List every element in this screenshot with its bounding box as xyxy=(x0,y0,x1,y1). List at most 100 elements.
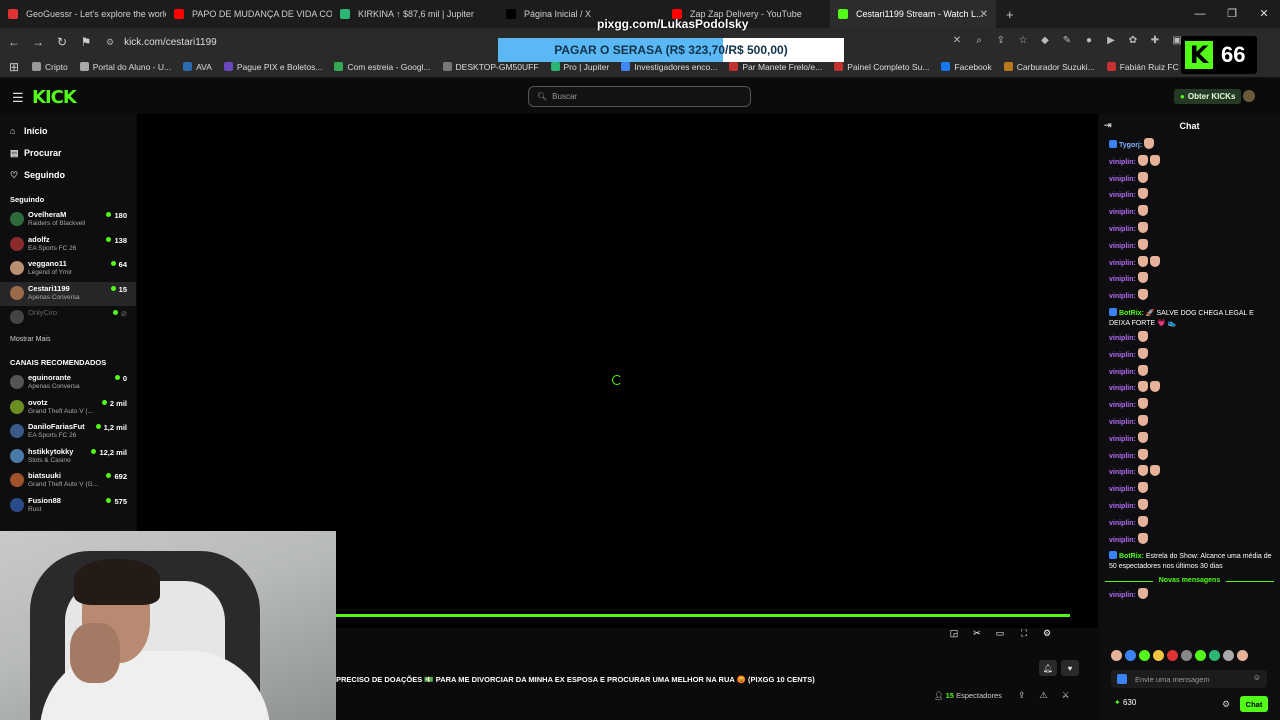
star-icon[interactable]: ☆ xyxy=(1016,34,1030,48)
bookmark-item[interactable]: DESKTOP-GM50UFF xyxy=(442,62,539,72)
report-icon[interactable]: ⚠ xyxy=(1040,690,1048,701)
emote-icon[interactable] xyxy=(1237,650,1248,661)
channel-item[interactable]: veggano11 Legend of Ymir 64 xyxy=(0,257,136,282)
emote-icon[interactable] xyxy=(1139,650,1150,661)
menu-icon[interactable]: ☰ xyxy=(12,90,24,106)
extension-icon[interactable]: ✿ xyxy=(1126,34,1140,48)
bookmark-item[interactable]: Par Manete Frelo/e... xyxy=(729,62,822,72)
user-avatar[interactable] xyxy=(1243,90,1255,102)
chat-username[interactable]: viniplin: xyxy=(1109,385,1136,392)
chat-username[interactable]: viniplin: xyxy=(1109,469,1136,476)
new-messages-divider[interactable]: Novas mensagens xyxy=(1099,574,1280,588)
chat-username[interactable]: viniplin: xyxy=(1109,159,1136,166)
channel-item[interactable]: adolfz EA Sports FC 26 138 xyxy=(0,233,136,258)
chat-username[interactable]: BotRix: xyxy=(1119,310,1144,317)
theater-mode-icon[interactable]: ▭ xyxy=(994,628,1006,639)
url-field[interactable]: ⚙ kick.com/cestari1199 xyxy=(106,37,217,48)
channel-item[interactable]: ovotz Grand Theft Auto V (... 2 mil xyxy=(0,396,136,421)
chat-username[interactable]: viniplin: xyxy=(1109,335,1136,342)
reload-icon[interactable]: ↻ xyxy=(52,35,72,49)
collapse-chat-icon[interactable]: ⇥ xyxy=(1104,120,1112,131)
notification-bell-icon[interactable]: 🔔︎ xyxy=(1039,660,1057,676)
chat-username[interactable]: viniplin: xyxy=(1109,453,1136,460)
bookmark-item[interactable]: Facebook xyxy=(941,62,992,72)
clip-icon[interactable]: ✂ xyxy=(971,628,983,639)
new-tab-icon[interactable]: + xyxy=(1006,7,1014,22)
channel-item[interactable]: OvelheraM Raiders of Blackveil 180 xyxy=(0,208,136,233)
channel-item[interactable]: hstikkytokky Slots & Casino 12,2 mil xyxy=(0,445,136,470)
apps-grid-icon[interactable]: ⊞ xyxy=(4,60,24,74)
player-progress-bar[interactable] xyxy=(336,614,1070,617)
bookmark-item[interactable]: Carburador Suzuki... xyxy=(1003,62,1095,72)
extension-icon[interactable]: ◆ xyxy=(1038,34,1052,48)
channel-item[interactable]: eguinorante Apenas Conversa 0 xyxy=(0,371,136,396)
pip-icon[interactable]: ◲ xyxy=(948,628,960,639)
player-settings-icon[interactable]: ⚙ xyxy=(1041,628,1053,639)
chat-username[interactable]: viniplin: xyxy=(1109,436,1136,443)
fullscreen-icon[interactable]: ⛶ xyxy=(1018,628,1030,639)
channel-item[interactable]: OnlyCiro ⊘ xyxy=(0,306,136,331)
channel-item[interactable]: Cestari1199 Apenas Conversa 15 xyxy=(0,281,136,307)
channel-item[interactable]: Fusion88 Rust 575 xyxy=(0,494,136,519)
extension-icon[interactable]: ✎ xyxy=(1060,34,1074,48)
mute-icon[interactable]: ✕ xyxy=(950,34,964,48)
chat-username[interactable]: viniplin: xyxy=(1109,192,1136,199)
kick-logo[interactable]: KICK xyxy=(32,87,77,108)
emote-icon[interactable] xyxy=(1181,650,1192,661)
forward-icon[interactable]: → xyxy=(28,35,48,49)
channel-points[interactable]: ✦ 630 xyxy=(1114,698,1136,707)
restore-icon[interactable]: ❐ xyxy=(1216,0,1248,28)
chat-username[interactable]: BotRix: xyxy=(1119,553,1144,560)
emote-icon[interactable] xyxy=(1223,650,1234,661)
chat-username[interactable]: viniplin: xyxy=(1109,276,1136,283)
mod-icon[interactable]: ⚔ xyxy=(1062,690,1070,701)
chat-username[interactable]: viniplin: xyxy=(1109,537,1136,544)
follow-heart-icon[interactable]: ♥ xyxy=(1061,660,1079,676)
bookmark-item[interactable]: Cripto xyxy=(32,62,68,72)
chat-username[interactable]: viniplin: xyxy=(1109,520,1136,527)
zoom-icon[interactable]: ⌕ xyxy=(972,34,986,48)
emoji-picker-icon[interactable]: ☺ xyxy=(1253,673,1261,682)
chat-username[interactable]: viniplin: xyxy=(1109,369,1136,376)
chat-username[interactable]: viniplin: xyxy=(1109,352,1136,359)
emote-icon[interactable] xyxy=(1195,650,1206,661)
extension-icon[interactable]: ● xyxy=(1082,34,1096,48)
chat-username[interactable]: viniplin: xyxy=(1109,226,1136,233)
chat-settings-icon[interactable]: ⚙ xyxy=(1222,699,1230,710)
chat-username[interactable]: viniplin: xyxy=(1109,503,1136,510)
chat-username[interactable]: Tygorj: xyxy=(1119,142,1142,149)
site-info-icon[interactable]: ⚙ xyxy=(106,37,114,48)
chat-input[interactable]: Envie uma mensagem ☺ xyxy=(1111,670,1267,688)
chat-username[interactable]: viniplin: xyxy=(1109,176,1136,183)
chat-username[interactable]: viniplin: xyxy=(1109,486,1136,493)
browser-tab[interactable]: Cestari1199 Stream - Watch L... ✕ xyxy=(830,0,996,28)
sidebar-item-seguindo[interactable]: ♡ Seguindo xyxy=(0,164,136,186)
puzzle-icon[interactable]: ✚ xyxy=(1148,34,1162,48)
chat-username[interactable]: viniplin: xyxy=(1109,402,1136,409)
send-chat-button[interactable]: Chat xyxy=(1240,696,1268,712)
search-input[interactable]: 🔍︎ Buscar xyxy=(528,86,751,107)
emote-icon[interactable] xyxy=(1167,650,1178,661)
browser-tab[interactable]: PAPO DE MUDANÇA DE VIDA COM ... xyxy=(166,0,332,28)
browser-tab[interactable]: GeoGuessr - Let's explore the world! xyxy=(0,0,166,28)
chat-username[interactable]: viniplin: xyxy=(1109,209,1136,216)
minimize-icon[interactable]: — xyxy=(1184,0,1216,28)
sidebar-item-procurar[interactable]: ▤ Procurar xyxy=(0,142,136,164)
sidebar-item-incio[interactable]: ⌂ Início xyxy=(0,120,136,142)
chat-username[interactable]: viniplin: xyxy=(1109,243,1136,250)
bookmark-icon[interactable]: ⚑ xyxy=(76,35,96,49)
back-icon[interactable]: ← xyxy=(4,35,24,49)
chat-username[interactable]: viniplin: xyxy=(1109,419,1136,426)
browser-tab[interactable]: KIRKINA ↑ $87,6 mil | Jupiter xyxy=(332,0,498,28)
emote-icon[interactable] xyxy=(1153,650,1164,661)
chat-username[interactable]: viniplin: xyxy=(1109,260,1136,267)
bookmark-item[interactable]: Pague PIX e Boletos... xyxy=(223,62,322,72)
extension-icon[interactable]: ▶ xyxy=(1104,34,1118,48)
show-more-link[interactable]: Mostrar Mais xyxy=(0,331,136,349)
get-kicks-button[interactable]: ● Obter KICKs xyxy=(1174,89,1242,104)
emote-icon[interactable] xyxy=(1125,650,1136,661)
chat-username[interactable]: viniplin: xyxy=(1109,293,1136,300)
close-tab-icon[interactable]: ✕ xyxy=(980,9,988,20)
bookmark-item[interactable]: Pro | Jupiter xyxy=(550,62,609,72)
close-window-icon[interactable]: ✕ xyxy=(1248,0,1280,28)
